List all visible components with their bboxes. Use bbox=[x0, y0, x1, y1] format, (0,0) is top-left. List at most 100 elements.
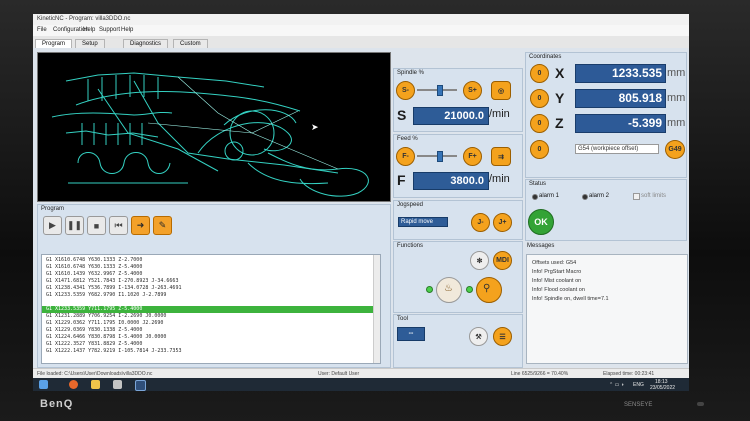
play-button[interactable]: ▶ bbox=[43, 216, 62, 235]
gcode-line[interactable]: G1 X1222.3527 Y831.8829 Z-5.4000 bbox=[46, 341, 376, 348]
list-icon: ☰ bbox=[499, 333, 506, 341]
gcode-line[interactable]: G1 X1610.1439 Y632.9967 Z-5.4000 bbox=[46, 271, 376, 278]
program-panel-title: Program bbox=[41, 206, 65, 212]
power-led bbox=[697, 402, 704, 406]
spindle-label: S bbox=[397, 107, 407, 123]
file-explorer-icon[interactable] bbox=[91, 380, 100, 389]
gcode-line[interactable]: G1 X1233.5359 Y682.9790 I1.1020 J-2.7899 bbox=[46, 292, 376, 299]
message-item: Offsets used: G54 bbox=[532, 260, 577, 266]
feed-increase-button[interactable]: F+ bbox=[463, 147, 482, 166]
toolpath-drawing bbox=[51, 72, 369, 197]
zero-x-button[interactable]: 0 bbox=[530, 64, 549, 83]
zero-all-button[interactable]: 0 bbox=[530, 140, 549, 159]
feed-title: Feed % bbox=[397, 136, 418, 142]
menu-bar: File Configuration Help Support Help bbox=[33, 25, 689, 36]
gcode-line[interactable]: G1 X1238.4341 Y536.7899 I-134.0728 J-263… bbox=[46, 285, 376, 292]
window-title: KineticNC - Program: villa3DDO.nc bbox=[37, 16, 131, 22]
menu-file[interactable]: File bbox=[37, 27, 47, 33]
taskbar-app-icon[interactable] bbox=[113, 380, 122, 389]
softlimits-checkbox[interactable] bbox=[633, 193, 640, 200]
spindle-override-knob[interactable] bbox=[437, 85, 443, 96]
jog-decrease-button[interactable]: J- bbox=[471, 213, 490, 232]
pause-icon: ❚❚ bbox=[66, 220, 83, 230]
menu-support[interactable]: Support bbox=[99, 27, 120, 33]
tool-table-button[interactable]: ☰ bbox=[493, 327, 512, 346]
statusbar-elapsed: Elapsed time: 00:23:41 bbox=[603, 371, 655, 377]
monitor-model-label: SENSEYE bbox=[624, 402, 653, 408]
run-from-line-button[interactable]: ➜ bbox=[131, 216, 150, 235]
spindle-speed-value: 21000.0 bbox=[413, 107, 489, 125]
alarm2-label: alarm 2 bbox=[589, 193, 610, 199]
feed-label: F bbox=[397, 172, 406, 188]
menu-help[interactable]: Help bbox=[83, 27, 95, 33]
pause-button[interactable]: ❚❚ bbox=[65, 216, 84, 235]
feed-override-knob[interactable] bbox=[437, 151, 443, 162]
rewind-button[interactable]: ⏮ bbox=[109, 216, 128, 235]
message-item: Info! PrgStart Macro bbox=[532, 269, 582, 275]
main-area: ➤ Program ▶ ❚❚ ■ ⏮ ➜ ✎ G1 X1610.6748 Y63… bbox=[33, 48, 689, 368]
arrow-right-icon: ➜ bbox=[136, 220, 145, 230]
axis-x-label: X bbox=[555, 65, 565, 81]
status-title: Status bbox=[529, 181, 547, 187]
tool-title: Tool bbox=[397, 316, 409, 322]
clock-date[interactable]: 23/05/2022 bbox=[650, 385, 675, 391]
gcode-line-current[interactable]: G1 X1233.5359 Y711.1795 Z-5.4000 bbox=[42, 306, 376, 313]
gcode-scrollbar[interactable] bbox=[373, 255, 380, 363]
message-item: Info! Mist coolant on bbox=[532, 278, 582, 284]
gcode-line[interactable]: G1 X1224.6466 Y830.8798 I-5.4000 J0.0000 bbox=[46, 334, 376, 341]
spindle-decrease-button[interactable]: S- bbox=[396, 81, 415, 100]
mist-icon: ♨ bbox=[444, 283, 453, 294]
alarm1-indicator bbox=[532, 194, 538, 200]
axis-x-unit: mm bbox=[667, 67, 686, 79]
axis-z-unit: mm bbox=[667, 117, 686, 129]
coordinates-title: Coordinates bbox=[529, 54, 562, 60]
spindle-title: Spindle % bbox=[397, 70, 425, 76]
gcode-line[interactable]: G1 X1471.6812 Y521.7843 I-270.8923 J-34.… bbox=[46, 278, 376, 285]
start-icon[interactable] bbox=[39, 380, 48, 389]
gcode-line[interactable]: G1 X1222.1437 Y782.9219 I-105.7814 J-233… bbox=[46, 348, 376, 355]
feed-decrease-button[interactable]: F- bbox=[396, 147, 415, 166]
axis-y-unit: mm bbox=[667, 92, 686, 104]
input-language[interactable]: ENG bbox=[633, 382, 644, 388]
tool-change-button[interactable]: ⚒ bbox=[469, 327, 488, 346]
zero-y-button[interactable]: 0 bbox=[530, 89, 549, 108]
toolpath-viewport[interactable]: ➤ bbox=[37, 52, 391, 202]
spindle-unit: /min bbox=[489, 108, 510, 120]
mist-coolant-button[interactable]: ♨ bbox=[436, 277, 462, 303]
spindle-toggle-button[interactable]: ◎ bbox=[491, 81, 511, 100]
edit-program-button[interactable]: ✎ bbox=[153, 216, 172, 235]
statusbar-line-progress: Line 6525/9266 = 70.40% bbox=[511, 371, 569, 377]
mist-indicator bbox=[426, 286, 433, 293]
gcode-listing[interactable]: G1 X1610.6748 Y630.1333 Z-2.7000 G1 X161… bbox=[41, 254, 381, 364]
jog-mode-select[interactable]: Rapid move bbox=[398, 217, 448, 227]
tool-icon: ⚒ bbox=[475, 333, 482, 341]
gcode-line[interactable]: G1 X1231.2889 Y706.9254 I-2.2690 J0.0000 bbox=[46, 313, 376, 320]
windows-taskbar: ⌃ ▭ ◑ ENG 18:13 23/05/2022 bbox=[33, 378, 689, 391]
feed-toggle-button[interactable]: ⇉ bbox=[491, 147, 511, 166]
alarm1-label: alarm 1 bbox=[539, 193, 560, 199]
kineticnc-taskbar-icon[interactable] bbox=[135, 380, 146, 391]
firefox-icon[interactable] bbox=[69, 380, 78, 389]
menu-help-2[interactable]: Help bbox=[121, 27, 133, 33]
gcode-line[interactable]: G1 X1229.0369 Y830.1338 Z-5.4000 bbox=[46, 327, 376, 334]
axis-x-value: 1233.535 bbox=[575, 64, 666, 83]
workpiece-offset-select[interactable]: G54 (workpiece offset) bbox=[575, 144, 659, 154]
coolant-button[interactable]: ✻ bbox=[470, 251, 489, 270]
jog-increase-button[interactable]: J+ bbox=[493, 213, 512, 232]
g49-button[interactable]: G49 bbox=[665, 140, 685, 159]
gcode-line[interactable]: G1 X1610.6748 Y630.1333 Z-2.7000 bbox=[46, 257, 376, 264]
statusbar-file: File loaded: C:\Users\User\Downloads\vil… bbox=[37, 371, 153, 377]
gcode-line[interactable]: G1 X1610.6748 Y630.1333 Z-5.4000 bbox=[46, 264, 376, 271]
flood-coolant-button[interactable]: ⚲ bbox=[476, 277, 502, 303]
zero-z-button[interactable]: 0 bbox=[530, 114, 549, 133]
jogspeed-title: Jogspeed bbox=[397, 202, 424, 208]
functions-title: Functions bbox=[397, 243, 424, 249]
stop-button[interactable]: ■ bbox=[87, 216, 106, 235]
gcode-line[interactable]: G1 X1229.0362 Y711.1795 I0.0000 J2.2690 bbox=[46, 320, 376, 327]
message-item: Info! Flood coolant on bbox=[532, 287, 585, 293]
app-screen: KineticNC - Program: villa3DDO.nc File C… bbox=[33, 14, 689, 391]
tray-icons: ⌃ ▭ ◑ bbox=[609, 382, 624, 388]
axis-z-value: -5.399 bbox=[575, 114, 666, 133]
mdi-button[interactable]: MDI bbox=[493, 251, 512, 270]
spindle-increase-button[interactable]: S+ bbox=[463, 81, 482, 100]
